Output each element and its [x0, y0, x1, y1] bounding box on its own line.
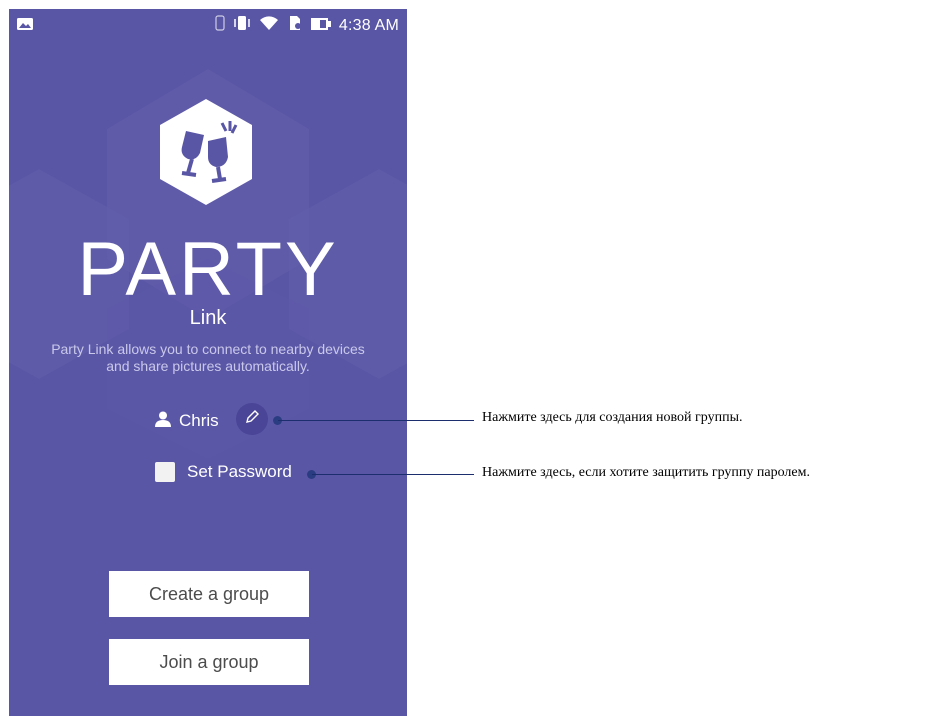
set-password-row[interactable]: Set Password — [155, 462, 292, 482]
callout-text-password: Нажмите здесь, если хотите защитить груп… — [482, 465, 810, 480]
set-password-label: Set Password — [187, 462, 292, 481]
pencil-icon — [245, 409, 259, 429]
create-group-button[interactable]: Create a group — [109, 571, 309, 617]
wifi-icon — [259, 15, 279, 36]
user-name: Chris — [179, 411, 219, 430]
user-name-row: Chris — [155, 407, 219, 435]
app-subtitle: Link — [189, 307, 227, 329]
set-password-checkbox[interactable] — [155, 462, 175, 482]
user-icon — [155, 411, 171, 432]
app-description: Party Link allows you to connect to near… — [51, 341, 365, 374]
image-icon — [17, 17, 33, 35]
join-group-button[interactable]: Join a group — [109, 639, 309, 685]
cheers-glasses-icon — [160, 99, 252, 205]
phone-screen: 4:38 AM PARTY Link Party Link allows you… — [9, 9, 407, 716]
callout-line-create — [278, 420, 474, 421]
status-time: 4:38 AM — [338, 16, 399, 34]
callout-text-create: Нажмите здесь для создания новой группы. — [482, 410, 743, 425]
vibrate-icon — [233, 15, 251, 36]
battery-icon — [310, 17, 331, 35]
bluetooth-icon — [215, 15, 225, 36]
sim-icon — [287, 15, 303, 36]
edit-name-button[interactable] — [236, 403, 268, 435]
status-bar: 4:38 AM — [9, 9, 407, 39]
app-title: PARTY — [77, 227, 339, 312]
callout-line-password — [312, 474, 474, 475]
